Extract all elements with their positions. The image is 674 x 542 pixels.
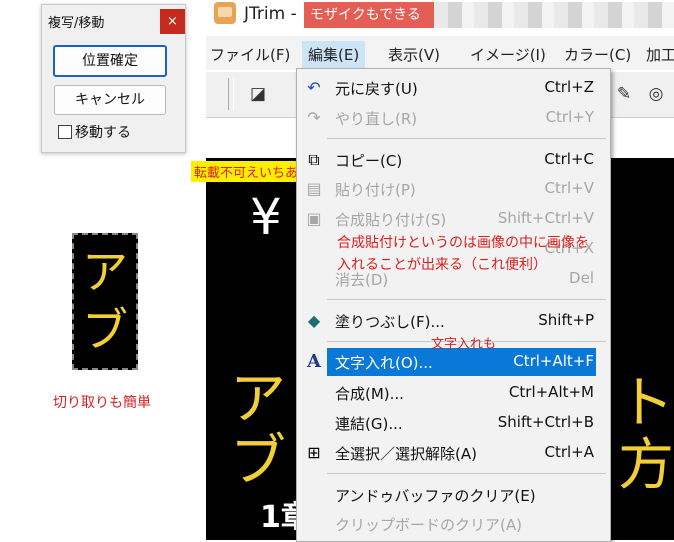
move-checkbox[interactable] bbox=[58, 125, 72, 139]
menu-edit[interactable]: 編集(E) bbox=[302, 41, 366, 68]
toolbar-grip[interactable] bbox=[228, 78, 234, 110]
dialog-title: 複写/移動 bbox=[48, 16, 105, 31]
dialog-close-button[interactable]: × bbox=[160, 9, 185, 34]
menu-view[interactable]: 表示(V) bbox=[388, 44, 440, 65]
fill-shortcut: Shift+P bbox=[538, 311, 594, 329]
fill-bucket-icon: ◆ bbox=[307, 311, 321, 330]
canvas-char-bu: ブ bbox=[230, 429, 286, 494]
menu-item-concat[interactable]: 連結(G)... Shift+Ctrl+B bbox=[297, 409, 610, 437]
pen-icon[interactable]: ✎ bbox=[614, 84, 634, 104]
crop-char-bu: ブ bbox=[82, 303, 128, 357]
app-icon bbox=[214, 2, 236, 24]
canvas-char-kata: 方 bbox=[618, 433, 674, 498]
crop-note: 切り取りも簡単 bbox=[53, 395, 151, 411]
redo-shortcut: Ctrl+Y bbox=[545, 108, 594, 126]
paste-combine-note-line2: 入れることが出来る（これ便利） bbox=[337, 257, 547, 273]
delete-shortcut: Del bbox=[569, 269, 594, 287]
undo-shortcut: Ctrl+Z bbox=[544, 78, 594, 96]
undo-icon: ↶ bbox=[307, 78, 321, 97]
menu-process[interactable]: 加工 bbox=[646, 44, 674, 65]
menu-item-composite[interactable]: 合成(M)... Ctrl+Alt+M bbox=[297, 379, 610, 407]
composite-label: 合成(M)... bbox=[335, 385, 404, 403]
select-all-shortcut: Ctrl+A bbox=[544, 443, 594, 461]
app-title: JTrim - bbox=[244, 4, 297, 24]
redo-label: やり直し(R) bbox=[335, 110, 418, 128]
move-checkbox-label[interactable]: 移動する bbox=[75, 122, 131, 142]
composite-shortcut: Ctrl+Alt+M bbox=[508, 383, 594, 401]
menu-separator bbox=[327, 138, 606, 139]
menu-item-select-all[interactable]: ⊞ 全選択／選択解除(A) Ctrl+A bbox=[297, 439, 610, 467]
edit-dropdown-menu: ↶ 元に戻す(U) Ctrl+Z ↷ やり直し(R) Ctrl+Y ⧉ コピー(… bbox=[296, 68, 611, 542]
fill-label: 塗りつぶし(F)... bbox=[335, 313, 445, 331]
menu-item-paste-combine[interactable]: ▣ 合成貼り付け(S) Shift+Ctrl+V bbox=[297, 205, 610, 233]
concat-shortcut: Shift+Ctrl+B bbox=[497, 413, 594, 431]
menu-item-text-insert[interactable]: 文字入れ(O)... Ctrl+Alt+F bbox=[327, 348, 596, 376]
paste-icon: ▤ bbox=[306, 179, 322, 198]
image-tool-icon[interactable]: ◪ bbox=[248, 84, 268, 104]
menu-image[interactable]: イメージ(I) bbox=[470, 44, 546, 65]
menu-item-redo[interactable]: ↷ やり直し(R) Ctrl+Y bbox=[297, 104, 610, 132]
select-all-icon: ⊞ bbox=[307, 443, 321, 462]
undo-label: 元に戻す(U) bbox=[335, 80, 418, 98]
paste-combine-shortcut: Shift+Ctrl+V bbox=[497, 209, 594, 227]
paste-combine-icon: ▣ bbox=[306, 209, 322, 228]
copy-move-dialog: 複写/移動 × 位置確定 キャンセル 移動する bbox=[41, 4, 186, 153]
menu-item-undo[interactable]: ↶ 元に戻す(U) Ctrl+Z bbox=[297, 74, 610, 102]
paste-combine-label: 合成貼り付け(S) bbox=[335, 211, 447, 229]
clear-undo-label: アンドゥバッファのクリア(E) bbox=[335, 487, 536, 505]
menu-separator bbox=[327, 473, 606, 474]
mosaic-note: モザイクもできる bbox=[304, 2, 440, 28]
paste-combine-note-line1: 合成貼付けというのは画像の中に画像を bbox=[337, 235, 589, 251]
copy-shortcut: Ctrl+C bbox=[544, 150, 594, 168]
paste-label: 貼り付け(P) bbox=[335, 181, 416, 199]
menu-item-clear-undo[interactable]: アンドゥバッファのクリア(E) bbox=[297, 481, 610, 509]
clear-clipboard-label: クリップボードのクリア(A) bbox=[335, 516, 522, 534]
text-a-icon: A bbox=[307, 351, 321, 372]
crop-char-a: ア bbox=[82, 245, 128, 299]
text-insert-note: 文字入れも bbox=[431, 337, 497, 352]
cropped-selection: ア ブ bbox=[72, 233, 138, 370]
concat-label: 連結(G)... bbox=[335, 415, 403, 433]
mosaic-blurred-area bbox=[434, 2, 674, 28]
text-insert-shortcut: Ctrl+Alt+F bbox=[513, 352, 594, 370]
menu-separator bbox=[327, 299, 606, 300]
menu-item-fill[interactable]: ◆ 塗りつぶし(F)... Shift+P bbox=[297, 307, 610, 335]
redo-icon: ↷ bbox=[307, 108, 321, 127]
menu-item-copy[interactable]: ⧉ コピー(C) Ctrl+C bbox=[297, 146, 610, 174]
copy-icon: ⧉ bbox=[308, 150, 320, 169]
canvas-yen: ¥ bbox=[250, 188, 282, 246]
menu-item-paste[interactable]: ▤ 貼り付け(P) Ctrl+V bbox=[297, 175, 610, 203]
cancel-button[interactable]: キャンセル bbox=[54, 85, 166, 115]
confirm-position-button[interactable]: 位置確定 bbox=[53, 45, 167, 77]
paste-shortcut: Ctrl+V bbox=[544, 179, 594, 197]
spiral-icon[interactable]: ◎ bbox=[646, 84, 666, 104]
menu-color[interactable]: カラー(C) bbox=[564, 44, 631, 65]
select-all-label: 全選択／選択解除(A) bbox=[335, 445, 477, 463]
text-insert-label: 文字入れ(O)... bbox=[335, 354, 433, 372]
menu-file[interactable]: ファイル(F) bbox=[210, 44, 290, 65]
menu-item-clear-clipboard[interactable]: クリップボードのクリア(A) bbox=[297, 510, 610, 538]
copy-label: コピー(C) bbox=[335, 152, 403, 170]
menu-bar: ファイル(F) 編集(E) 表示(V) イメージ(I) カラー(C) 加工 bbox=[206, 36, 674, 70]
